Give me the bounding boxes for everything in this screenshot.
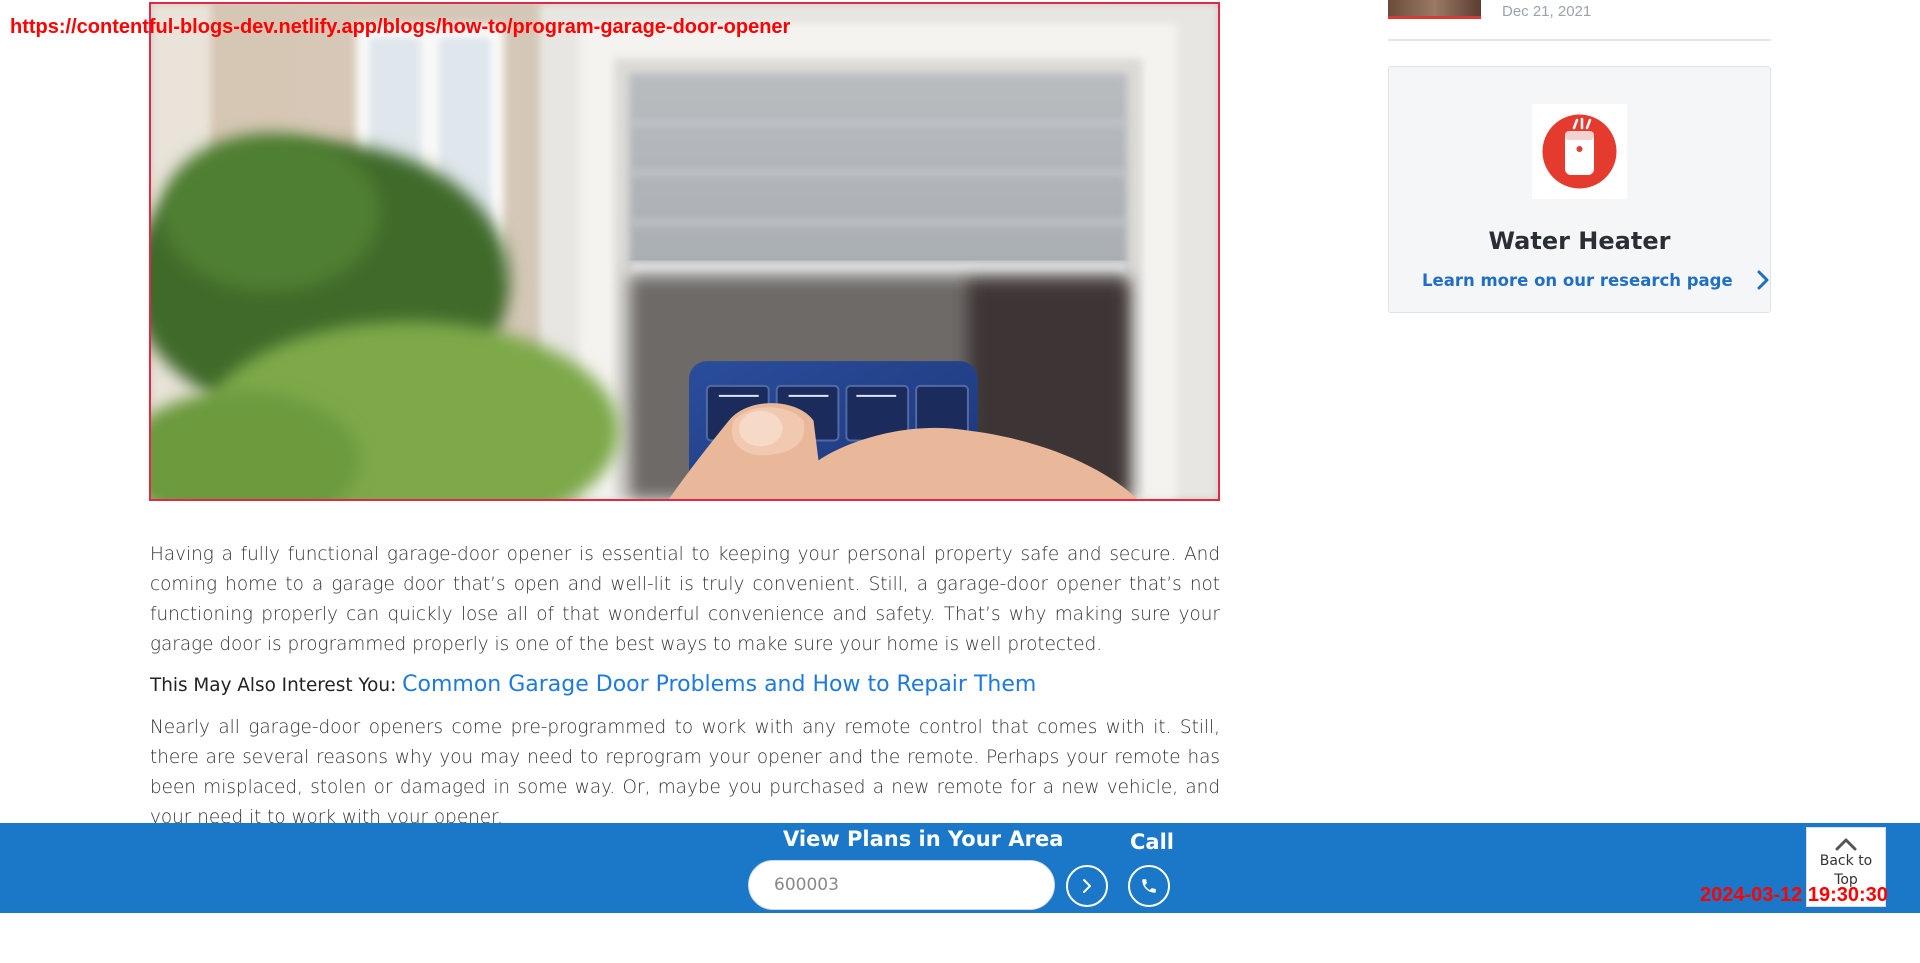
chevron-right-icon bbox=[1757, 270, 1769, 290]
hero-image bbox=[149, 2, 1220, 501]
water-heater-icon bbox=[1542, 114, 1617, 189]
timestamp-overlay: 2024-03-12 19:30:30 bbox=[1700, 884, 1888, 906]
sidebar-divider bbox=[1388, 39, 1771, 41]
previous-post-date: Dec 21, 2021 bbox=[1502, 3, 1592, 20]
also-interest-label: This May Also Interest You: bbox=[150, 675, 397, 696]
chevron-right-icon bbox=[1083, 879, 1091, 893]
phone-icon bbox=[1142, 879, 1156, 893]
article-body: Having a fully functional garage-door op… bbox=[150, 540, 1220, 833]
url-overlay: https://contentful-blogs-dev.netlify.app… bbox=[10, 16, 791, 38]
article-paragraph: Having a fully functional garage-door op… bbox=[150, 544, 1220, 655]
card-title: Water Heater bbox=[1488, 227, 1671, 255]
research-card: Water Heater Learn more on our research … bbox=[1388, 66, 1771, 313]
bottom-plans-bar: View Plans in Your Area Call Back to Top bbox=[0, 823, 1920, 913]
view-plans-button[interactable] bbox=[1066, 865, 1108, 907]
zip-code-input[interactable] bbox=[748, 860, 1055, 910]
call-button[interactable] bbox=[1128, 865, 1170, 907]
previous-post-thumbnail[interactable] bbox=[1388, 0, 1481, 19]
view-plans-label: View Plans in Your Area bbox=[783, 827, 1064, 851]
also-interest-line: This May Also Interest You: Common Garag… bbox=[150, 670, 1220, 701]
article-paragraph: Nearly all garage-door openers come pre-… bbox=[150, 717, 1220, 828]
related-article-link[interactable]: Common Garage Door Problems and How to R… bbox=[402, 672, 1036, 697]
chevron-up-icon bbox=[1835, 838, 1857, 851]
research-page-link[interactable]: Learn more on our research page bbox=[1422, 270, 1769, 290]
research-page-link-label: Learn more on our research page bbox=[1422, 270, 1733, 290]
water-heater-icon-box bbox=[1532, 104, 1627, 199]
garage-door-remote-photo bbox=[151, 4, 1218, 499]
call-label: Call bbox=[1130, 830, 1174, 854]
